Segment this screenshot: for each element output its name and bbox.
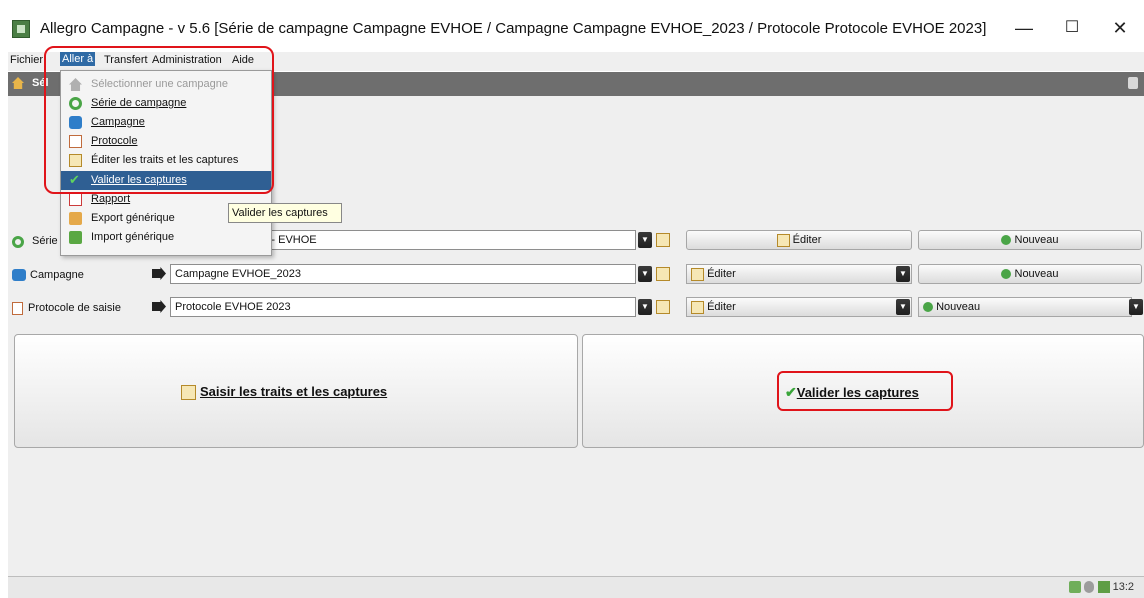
app-window: Allegro Campagne - v 5.6 [Série de campa… [0,0,1144,598]
campagne-edit-icon[interactable] [656,267,670,281]
valider-button[interactable]: ✔Valider les captures [582,334,1144,448]
serie-label: Série [32,235,58,247]
status-area: 13:2 [1069,581,1134,594]
serie-new-button[interactable]: Nouveau [918,230,1142,250]
campagne-label: Campagne [30,269,84,281]
plus-icon [923,302,933,313]
campagne-dropdown-arrow[interactable]: ▼ [638,266,652,282]
edit-icon [691,267,704,281]
import-icon [69,231,82,244]
serie-new-label: Nouveau [1014,234,1059,246]
database-icon [1084,581,1095,594]
menu-item-import-generique[interactable]: Import générique [61,228,271,247]
serie-field[interactable]: E - EVHOE [256,230,636,250]
serie-dropdown-arrow[interactable]: ▼ [638,232,652,248]
campagne-new-label: Nouveau [1014,268,1059,280]
plus-icon [1001,269,1012,280]
protocole-edit-arrow[interactable]: ▼ [896,299,910,315]
protocole-new-arrow[interactable]: ▼ [1129,299,1143,315]
saisir-button[interactable]: Saisir les traits et les captures [14,334,578,448]
serie-edit-button[interactable]: Éditer [686,230,912,250]
campagne-edit-arrow[interactable]: ▼ [896,266,910,282]
protocole-edit-button[interactable]: Éditer [686,297,912,317]
serie-edit-label: Éditer [792,234,822,246]
saisir-label-wrap: Saisir les traits et les captures [181,384,388,401]
protocole-dropdown-arrow[interactable]: ▼ [638,299,652,315]
annotation-highlight [44,46,274,194]
toolbar-menu-icon[interactable] [1128,77,1138,89]
status-bar: 13:2 [8,576,1144,598]
annotation-highlight [777,371,953,411]
edit-icon [691,300,704,314]
series-icon [12,236,24,248]
menu-item-label: Import générique [91,231,175,243]
protocol-icon [12,302,23,315]
protocole-edit-label: Éditer [707,301,736,313]
edit-icon [181,385,196,401]
protocole-edit-icon[interactable] [656,300,670,314]
menu-fichier[interactable]: Fichier [10,54,43,66]
app-icon [12,20,30,38]
edit-icon [776,233,790,247]
maximize-button[interactable]: ☐ [1052,14,1092,42]
plus-icon [1001,235,1012,246]
title-bar: Allegro Campagne - v 5.6 [Série de campa… [0,0,1144,48]
menu-item-label: Rapport [91,193,131,205]
close-button[interactable]: ✕ [1100,14,1140,42]
saisir-label: Saisir les traits et les captures [200,384,388,399]
protocole-field[interactable]: Protocole EVHOE 2023 [170,297,636,317]
link-arrow-icon [152,267,166,280]
export-icon [69,212,82,225]
campaign-icon [12,269,26,281]
link-arrow-icon [152,300,166,313]
report-icon [69,193,82,206]
campagne-field[interactable]: Campagne EVHOE_2023 [170,264,636,284]
menu-item-label: Export générique [91,212,175,224]
window-title: Allegro Campagne - v 5.6 [Série de campa… [40,20,987,37]
campagne-edit-button[interactable]: Éditer [686,264,912,284]
home-icon[interactable] [12,77,24,89]
flag-icon [1097,581,1110,594]
campagne-edit-label: Éditer [707,268,736,280]
protocole-label: Protocole de saisie [28,302,121,314]
campagne-new-button[interactable]: Nouveau [918,264,1142,284]
protocole-new-label: Nouveau [936,301,981,313]
sync-icon [1069,581,1082,594]
tooltip: Valider les captures [228,203,342,223]
status-time: 13:2 [1112,581,1134,593]
protocole-new-button[interactable]: Nouveau [918,297,1132,317]
minimize-button[interactable]: — [1004,14,1044,42]
serie-edit-icon[interactable] [656,233,670,247]
